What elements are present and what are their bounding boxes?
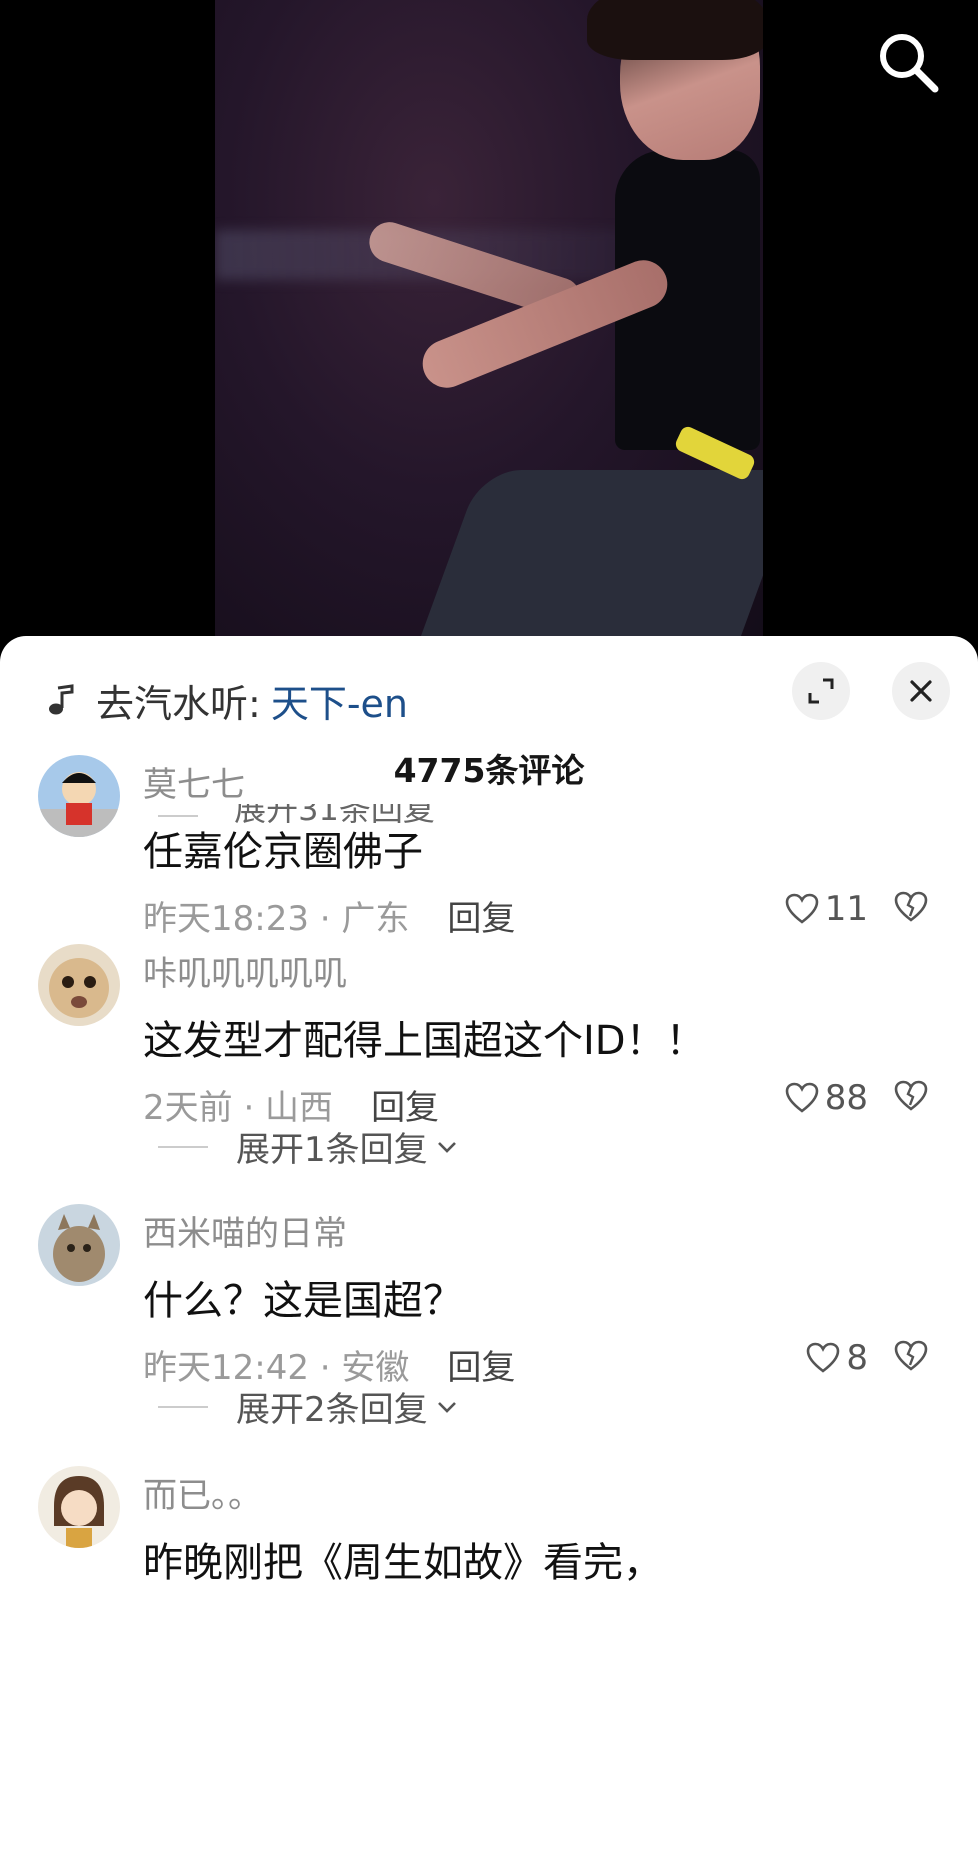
- avatar[interactable]: [38, 755, 120, 837]
- search-icon: [880, 34, 939, 93]
- comment-username[interactable]: 西米喵的日常: [143, 1206, 347, 1255]
- video-player[interactable]: [0, 0, 978, 660]
- avatar[interactable]: [38, 1466, 120, 1548]
- reply-button[interactable]: 回复: [447, 891, 515, 940]
- avatar-image: [38, 755, 120, 837]
- expand-replies-label: 展开31条回复: [234, 804, 435, 828]
- close-icon: [910, 680, 932, 702]
- avatar[interactable]: [38, 944, 120, 1026]
- comment-username[interactable]: 咔叽叽叽叽叽: [143, 946, 347, 995]
- performer-hair: [587, 0, 763, 60]
- broken-heart-icon: [894, 891, 928, 922]
- dislike-button[interactable]: [894, 1340, 928, 1376]
- chevron-down-icon: [437, 1141, 456, 1153]
- comment-username[interactable]: 莫七七: [143, 757, 245, 806]
- divider-dash: [158, 815, 198, 817]
- search-button[interactable]: [868, 22, 948, 102]
- like-button[interactable]: 88: [785, 1078, 868, 1118]
- expand-icon: [808, 678, 834, 704]
- video-frame: [215, 0, 763, 660]
- heart-icon: [785, 1082, 819, 1113]
- like-count: 11: [824, 889, 868, 929]
- like-count: 8: [846, 1338, 868, 1378]
- music-link[interactable]: 去汽水听: 天下-en: [42, 670, 408, 730]
- comment-username[interactable]: 而已。。: [143, 1468, 262, 1517]
- expand-replies-label: 展开1条回复: [236, 1130, 428, 1170]
- avatar[interactable]: [38, 1204, 120, 1286]
- music-prefix: 去汽水听:: [96, 681, 261, 726]
- expand-replies-button[interactable]: 展开2条回复: [158, 1382, 458, 1431]
- dislike-button[interactable]: [894, 891, 928, 927]
- dislike-button[interactable]: [894, 1080, 928, 1116]
- divider-dash: [158, 1405, 208, 1408]
- divider-dash: [158, 1145, 208, 1148]
- expand-replies-partial[interactable]: 展开31条回复: [158, 804, 435, 844]
- like-button[interactable]: 11: [785, 889, 868, 929]
- close-button[interactable]: [892, 662, 950, 720]
- heart-icon: [807, 1342, 840, 1373]
- avatar-image: [38, 944, 120, 1026]
- like-button[interactable]: 8: [806, 1338, 868, 1378]
- music-note-icon: [49, 684, 74, 715]
- broken-heart-icon: [894, 1080, 928, 1111]
- expand-replies-button[interactable]: 展开1条回复: [158, 1122, 458, 1171]
- avatar-image: [38, 1466, 120, 1548]
- expand-button[interactable]: [792, 662, 850, 720]
- heart-icon: [785, 893, 819, 924]
- like-count: 88: [824, 1078, 868, 1118]
- expand-replies-label: 展开2条回复: [236, 1390, 428, 1430]
- avatar-image: [38, 1204, 120, 1286]
- song-name[interactable]: 天下-en: [271, 673, 408, 728]
- performer-legs: [408, 470, 763, 660]
- chevron-down-icon: [437, 1401, 456, 1413]
- broken-heart-icon: [894, 1340, 928, 1371]
